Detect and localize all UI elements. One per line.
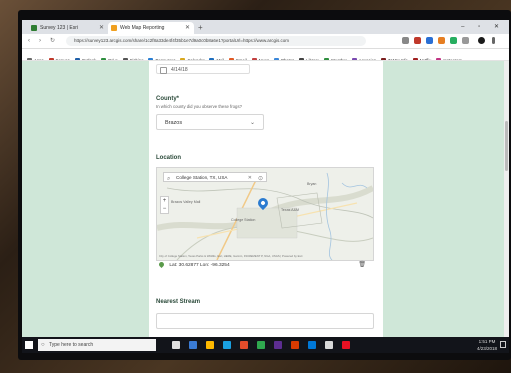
chevron-down-icon: ⌄	[249, 120, 255, 126]
taskbar-app-icon[interactable]	[206, 341, 214, 349]
nearest-stream-label: Nearest Stream	[156, 299, 201, 305]
close-tab-icon[interactable]: ✕	[185, 22, 190, 34]
new-tab-button[interactable]: +	[198, 22, 203, 34]
close-tab-icon[interactable]: ✕	[99, 22, 104, 34]
nearest-stream-input[interactable]	[156, 313, 374, 329]
taskbar-app-icon[interactable]	[342, 341, 350, 349]
search-icon: ⌕	[167, 176, 171, 182]
clock-time: 1:51 PM	[478, 339, 496, 344]
taskbar-search-placeholder: Type here to search	[49, 342, 94, 348]
taskbar-search-input[interactable]: ○ Type here to search	[38, 339, 156, 351]
system-clock[interactable]: 1:51 PM 4/23/2018	[477, 338, 497, 352]
extension-icon[interactable]	[438, 37, 445, 44]
location-label: Location	[156, 155, 181, 161]
tab-label: Web Map Reporting	[120, 25, 165, 31]
address-bar: ‹ › ↻ https://survey123.arcgis.com/share…	[22, 34, 509, 49]
locate-icon[interactable]: ⊙	[258, 174, 263, 184]
trash-icon[interactable]: 🗑	[358, 260, 366, 271]
menu-icon[interactable]	[492, 37, 495, 44]
extension-icon[interactable]	[414, 37, 421, 44]
notification-icon[interactable]	[500, 341, 506, 348]
map-favicon-icon	[111, 25, 117, 31]
calendar-icon	[160, 67, 167, 74]
county-value: Brazos	[165, 120, 183, 126]
taskbar-app-icon[interactable]	[189, 341, 197, 349]
coordinates-text: Lat: 30.62877 Lon: -96.3254	[169, 263, 230, 268]
tab-label: Survey 123 | Esri	[40, 25, 78, 31]
map-search-input[interactable]: ⌕ College Station, TX, USA ✕ ⊙	[163, 172, 267, 182]
survey-favicon-icon	[31, 25, 37, 31]
clock-date: 4/23/2018	[476, 346, 497, 351]
date-field[interactable]: 4/14/18	[156, 64, 250, 74]
tab-bar: Survey 123 | Esri ✕ Web Map Reporting ✕ …	[22, 20, 509, 34]
reload-button[interactable]: ↻	[50, 36, 55, 46]
location-map[interactable]: ⌕ College Station, TX, USA ✕ ⊙ + − Brazos…	[156, 167, 374, 261]
extension-icon[interactable]	[462, 37, 469, 44]
page-scrollbar[interactable]	[504, 61, 509, 337]
url-input[interactable]: https://survey123.arcgis.com/share/1c2f8…	[66, 36, 366, 46]
taskbar-app-icon[interactable]	[308, 341, 316, 349]
county-label: County*	[156, 96, 179, 102]
county-helper-text: In which county did you observe these fr…	[156, 104, 242, 109]
survey-form: 4/14/18 County* In which county did you …	[149, 61, 383, 337]
extension-icon[interactable]	[426, 37, 433, 44]
taskbar-app-icon[interactable]	[240, 341, 248, 349]
taskbar-app-icon[interactable]	[291, 341, 299, 349]
date-value: 4/14/18	[171, 67, 188, 73]
map-attribution: City of College Station, Texas Parks & W…	[159, 254, 303, 258]
screen: Survey 123 | Esri ✕ Web Map Reporting ✕ …	[22, 20, 509, 353]
bookmarks-bar: Apps Canvas Outlook Drive Fishing Resources Ca…	[22, 49, 509, 61]
tab-survey[interactable]: Survey 123 | Esri ✕	[28, 22, 108, 34]
map-label: Brazos Valley Mall	[171, 200, 201, 204]
windows-start-icon[interactable]	[25, 341, 33, 349]
taskbar-app-icon[interactable]	[325, 341, 333, 349]
map-label: Texas A&M	[281, 208, 299, 212]
county-select[interactable]: Brazos ⌄	[156, 114, 264, 130]
coordinates-row: Lat: 30.62877 Lon: -96.3254 🗑	[156, 260, 372, 271]
map-search-value: College Station, TX, USA	[176, 175, 228, 180]
location-pin-icon	[157, 261, 166, 269]
taskbar-app-icon[interactable]	[172, 341, 180, 349]
back-button[interactable]: ‹	[28, 36, 30, 46]
extension-icon[interactable]	[450, 37, 457, 44]
taskbar-app-icon[interactable]	[257, 341, 265, 349]
windows-taskbar: ○ Type here to search 1:51 PM 4/23/2018	[22, 337, 509, 353]
scrollbar-thumb[interactable]	[505, 121, 508, 171]
zoom-control[interactable]: + −	[160, 196, 169, 214]
avatar[interactable]	[478, 37, 485, 44]
forward-button[interactable]: ›	[39, 36, 41, 46]
tab-web-map[interactable]: Web Map Reporting ✕	[108, 22, 194, 34]
window-controls[interactable]: – ▫ ✕	[461, 21, 505, 33]
search-icon: ○	[41, 342, 45, 348]
taskbar-app-icon[interactable]	[274, 341, 282, 349]
clear-icon[interactable]: ✕	[248, 173, 252, 183]
star-icon[interactable]	[402, 37, 409, 44]
map-label: College Station	[231, 218, 256, 222]
map-label: Bryan	[307, 182, 317, 186]
page-content: 4/14/18 County* In which county did you …	[22, 61, 509, 337]
taskbar-app-icon[interactable]	[223, 341, 231, 349]
